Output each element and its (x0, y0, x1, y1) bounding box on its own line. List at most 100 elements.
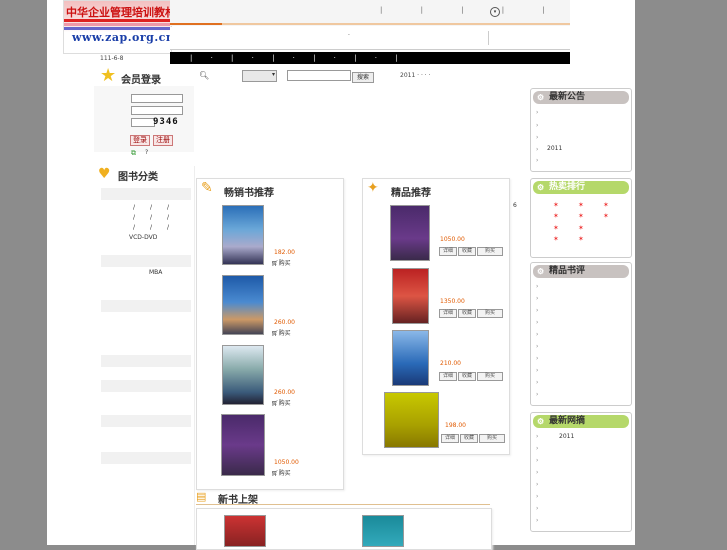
book-cover[interactable] (392, 330, 429, 386)
help-icon[interactable]: ⧉ (131, 149, 136, 158)
star-icon: ★ (100, 65, 117, 86)
bullet-icon: › (536, 445, 539, 452)
bullet-icon: › (536, 367, 539, 374)
favorite-button[interactable]: 收藏 (458, 309, 476, 318)
book-cover[interactable] (222, 205, 264, 265)
buy-button[interactable]: 购买 (477, 372, 503, 381)
bullet-icon: › (536, 295, 539, 302)
buy-label: 购买 (278, 330, 291, 337)
category-bar-7[interactable] (101, 452, 191, 464)
search-input[interactable] (287, 70, 351, 81)
top-nav: | | | | | ▾ (170, 0, 570, 26)
latest-item[interactable]: 2011 (559, 433, 574, 440)
captcha-image: 9346 (153, 117, 179, 127)
reviews-header: ⚙ 精品书评 (533, 265, 629, 278)
detail-button[interactable]: 详细 (439, 372, 457, 381)
book-cover[interactable] (384, 392, 439, 448)
notice-panel: ⚙ 最新公告 › › › › 2011 › (530, 88, 632, 172)
gear-icon: ⚙ (537, 416, 545, 426)
category-row-3[interactable]: /// (133, 224, 184, 231)
buy-link[interactable]: 🛒︎购买 (271, 398, 291, 407)
book-cover[interactable] (392, 268, 429, 324)
buy-link[interactable]: 🛒︎购买 (271, 258, 291, 267)
category-bar-2[interactable] (101, 255, 191, 267)
rank-star-icon: ✶ (603, 201, 609, 209)
category-bar-6[interactable] (101, 415, 191, 427)
top-nav-underline-active (170, 23, 222, 25)
buy-label: 购买 (278, 260, 291, 267)
rank-star-icon: ✶ (553, 212, 559, 220)
category-bar-4[interactable] (101, 355, 191, 367)
category-mba[interactable]: MBA (149, 269, 162, 276)
detail-button[interactable]: 详细 (439, 247, 457, 256)
latest-panel: ⚙ 最新网摘 › 2011 › › › › › › › (530, 412, 632, 532)
site-logo[interactable]: 中华企业管理培训教材网 www.zap.org.cn (63, 0, 187, 54)
category-bar-5[interactable] (101, 380, 191, 392)
gear-icon: ⚙ (537, 182, 545, 192)
category-vcd[interactable]: VCD-DVD (129, 234, 157, 241)
book-cover[interactable] (222, 345, 264, 405)
new-books-title: 新书上架 (218, 495, 258, 506)
cart-icon: 🛒︎ (271, 330, 279, 337)
search-category-select[interactable]: ▾ (242, 70, 277, 82)
book-price: 1050.00 (274, 459, 299, 466)
search-info: 2011 · · · · (400, 72, 431, 79)
trophy-icon: ✦ (367, 180, 379, 196)
hot-panel: ⚙ 热卖排行 ✶ ✶ ✶ ✶ ✶ ✶ ✶ ✶ ✶ ✶ (530, 178, 632, 258)
buy-link[interactable]: 🛒︎购买 (271, 328, 291, 337)
bullet-icon: › (536, 109, 539, 116)
bullet-icon: › (536, 457, 539, 464)
rank-star-icon: ✶ (603, 212, 609, 220)
notice-item[interactable]: 2011 (547, 145, 562, 152)
detail-button[interactable]: 详细 (439, 309, 457, 318)
register-button[interactable]: 注册 (153, 135, 173, 146)
book-icon: ✎ (201, 180, 213, 196)
book-cover[interactable] (221, 414, 265, 476)
logo-url: www.zap.org.cn (72, 31, 175, 44)
featured-more-link[interactable]: 6 (513, 202, 517, 209)
favorite-button[interactable]: 收藏 (458, 372, 476, 381)
username-field[interactable] (131, 94, 183, 103)
password-field[interactable] (131, 106, 183, 115)
logo-stripe-red (64, 19, 171, 22)
bullet-icon: › (536, 379, 539, 386)
captcha-field[interactable] (131, 118, 155, 127)
chevron-down-icon[interactable]: ▾ (490, 7, 500, 17)
buy-button[interactable]: 购买 (479, 434, 505, 443)
bullet-icon: › (536, 157, 539, 164)
category-row-2[interactable]: /// (133, 214, 184, 221)
category-bar-3[interactable] (101, 300, 191, 312)
gear-icon: ⚙ (537, 92, 545, 102)
login-button[interactable]: 登录 (130, 135, 150, 146)
buy-button[interactable]: 购买 (477, 247, 503, 256)
category-row-1[interactable]: /// (133, 204, 184, 211)
logo-title: 中华企业管理培训教材网 (66, 6, 187, 19)
bullet-icon: › (536, 469, 539, 476)
top-nav-links[interactable]: | | | | | (380, 6, 563, 14)
book-cover[interactable] (390, 205, 430, 261)
buy-button[interactable]: 购买 (477, 309, 503, 318)
notice-title: 最新公告 (549, 92, 586, 102)
category-bar-1[interactable] (101, 188, 191, 200)
announcement-strip: · (170, 27, 570, 50)
buy-link[interactable]: 🛒︎购买 (271, 468, 291, 477)
bullet-icon: › (536, 307, 539, 314)
book-price: 260.00 (274, 319, 295, 326)
book-cover[interactable] (362, 515, 404, 547)
favorite-button[interactable]: 收藏 (458, 247, 476, 256)
rank-star-icon: ✶ (578, 224, 584, 232)
logo-stripe-blue (64, 27, 171, 30)
book-cover[interactable] (222, 275, 264, 335)
logo-stripe-pink (64, 23, 171, 26)
latest-title: 最新网摘 (549, 416, 586, 426)
favorite-button[interactable]: 收藏 (460, 434, 478, 443)
search-button[interactable]: 搜索 (352, 72, 374, 83)
detail-button[interactable]: 详细 (441, 434, 459, 443)
cart-icon: 🛒︎ (271, 400, 279, 407)
book-cover[interactable] (224, 515, 266, 547)
rank-star-icon: ✶ (578, 212, 584, 220)
bestseller-box (196, 178, 344, 490)
book-price: 1350.00 (440, 298, 465, 305)
cart-icon: 🛒︎ (271, 470, 279, 477)
category-bar[interactable]: | · | · | · | · | · | (170, 52, 570, 64)
